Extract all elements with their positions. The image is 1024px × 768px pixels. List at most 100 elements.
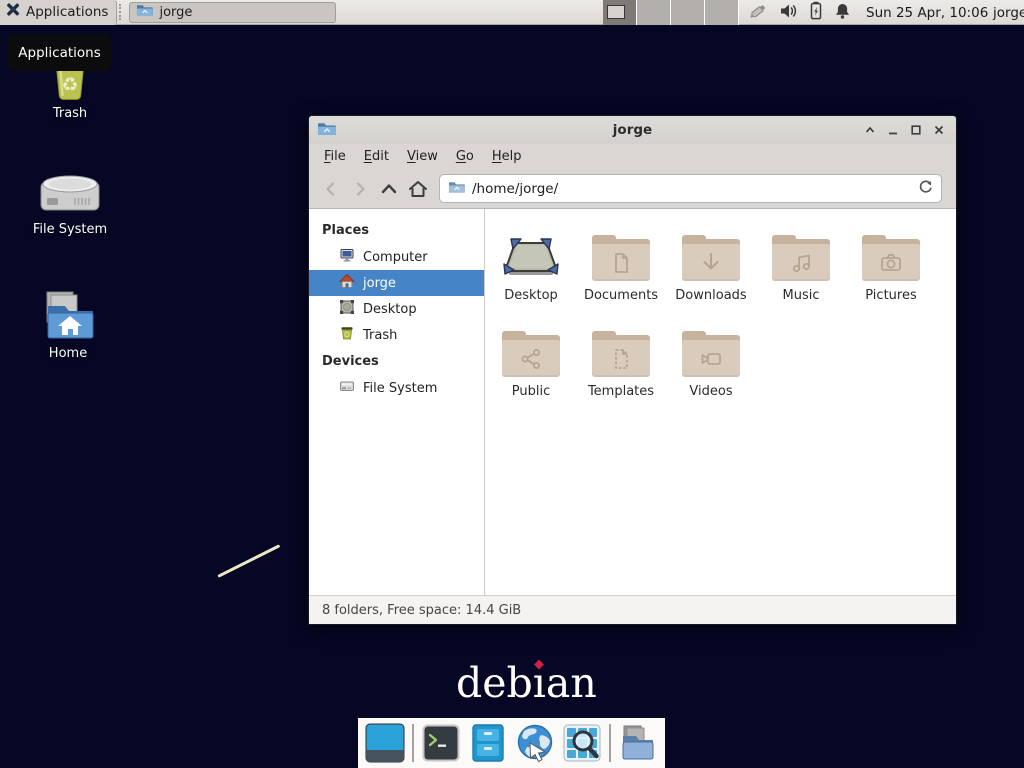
file-item-downloads[interactable]: Downloads bbox=[666, 223, 756, 315]
shade-button[interactable] bbox=[858, 119, 881, 141]
dock-separator bbox=[412, 724, 414, 762]
applications-menu-button[interactable]: Applications bbox=[0, 0, 117, 25]
drive-icon bbox=[339, 378, 355, 398]
volume-icon[interactable] bbox=[779, 2, 798, 24]
web-browser-launcher[interactable] bbox=[515, 723, 555, 763]
window-folder-icon bbox=[317, 121, 336, 140]
globe-browser-icon bbox=[515, 723, 555, 763]
file-pane[interactable]: Desktop Documents bbox=[485, 209, 956, 595]
workspace-2[interactable] bbox=[637, 0, 671, 25]
file-item-label: Public bbox=[486, 384, 576, 399]
sidebar-item-file-system[interactable]: File System bbox=[309, 375, 484, 401]
reload-icon[interactable] bbox=[918, 179, 933, 198]
address-bar[interactable] bbox=[439, 174, 942, 203]
video-glyph bbox=[698, 346, 724, 372]
file-item-videos[interactable]: Videos bbox=[666, 319, 756, 411]
home-folder-icon bbox=[13, 290, 123, 342]
minimize-button[interactable] bbox=[881, 119, 904, 141]
desktop-icon-label: Trash bbox=[15, 106, 125, 121]
close-button[interactable] bbox=[927, 119, 950, 141]
camera-glyph bbox=[878, 250, 904, 276]
app-finder-icon bbox=[562, 723, 602, 763]
home-button[interactable] bbox=[404, 176, 431, 202]
tablet-tool-icon[interactable] bbox=[748, 1, 768, 24]
menu-view[interactable]: View bbox=[398, 146, 447, 167]
sidebar-item-jorge[interactable]: jorge bbox=[309, 270, 484, 296]
up-button[interactable] bbox=[375, 176, 402, 202]
file-item-desktop[interactable]: Desktop bbox=[486, 223, 576, 315]
titlebar[interactable]: jorge bbox=[309, 116, 956, 144]
top-panel: Applications jorge bbox=[0, 0, 1024, 25]
forward-button[interactable] bbox=[346, 176, 373, 202]
menu-help[interactable]: Help bbox=[483, 146, 531, 167]
system-tray bbox=[748, 0, 851, 25]
panel-user-menu[interactable]: jorge bbox=[993, 0, 1024, 25]
workspace-switcher[interactable] bbox=[603, 0, 739, 25]
notifications-bell-icon[interactable] bbox=[834, 2, 851, 24]
workspace-4[interactable] bbox=[705, 0, 739, 25]
file-item-label: Videos bbox=[666, 384, 756, 399]
folder-icon-public bbox=[502, 331, 560, 377]
panel-handle[interactable] bbox=[119, 4, 125, 20]
workspace-1[interactable] bbox=[603, 0, 637, 25]
sidebar-item-label: Desktop bbox=[363, 302, 417, 317]
desktop-icon-label: File System bbox=[15, 222, 125, 237]
address-input[interactable] bbox=[472, 181, 911, 197]
workspace-window-thumb bbox=[607, 5, 625, 19]
recent-folder-launcher[interactable] bbox=[618, 723, 658, 763]
file-item-label: Templates bbox=[576, 384, 666, 399]
applications-label: Applications bbox=[26, 4, 108, 20]
template-glyph bbox=[608, 346, 634, 372]
back-button[interactable] bbox=[317, 176, 344, 202]
home-icon bbox=[339, 273, 355, 293]
gray-folder-icon bbox=[618, 723, 658, 763]
file-cabinet-icon bbox=[468, 723, 508, 763]
file-item-music[interactable]: Music bbox=[756, 223, 846, 315]
menu-edit[interactable]: Edit bbox=[355, 146, 398, 167]
terminal-launcher[interactable] bbox=[421, 723, 461, 763]
maximize-button[interactable] bbox=[904, 119, 927, 141]
devices-header: Devices bbox=[309, 348, 484, 375]
sidebar-item-desktop[interactable]: Desktop bbox=[309, 296, 484, 322]
file-manager-launcher[interactable] bbox=[468, 723, 508, 763]
taskbar-window-button[interactable]: jorge bbox=[129, 2, 336, 23]
workspace-3[interactable] bbox=[671, 0, 705, 25]
dock-separator bbox=[609, 724, 611, 762]
sidebar-item-computer[interactable]: Computer bbox=[309, 244, 484, 270]
show-desktop-button[interactable] bbox=[365, 723, 405, 763]
desktop-icon-home[interactable]: Home bbox=[13, 290, 123, 361]
sidebar-item-label: Trash bbox=[363, 328, 397, 343]
app-finder-launcher[interactable] bbox=[562, 723, 602, 763]
download-glyph bbox=[698, 250, 724, 276]
sidebar-item-label: jorge bbox=[363, 276, 396, 291]
file-item-templates[interactable]: Templates bbox=[576, 319, 666, 411]
desktop-icon-file-system[interactable]: File System bbox=[15, 170, 125, 237]
desktop-special-icon bbox=[486, 223, 576, 281]
file-item-label: Pictures bbox=[846, 288, 936, 303]
statusbar: 8 folders, Free space: 14.4 GiB bbox=[309, 595, 956, 624]
applications-tooltip: Applications bbox=[8, 34, 111, 71]
panel-clock[interactable]: Sun 25 Apr, 10:06 bbox=[866, 0, 988, 25]
applications-icon bbox=[5, 2, 21, 22]
file-item-label: Documents bbox=[576, 288, 666, 303]
file-item-pictures[interactable]: Pictures bbox=[846, 223, 936, 315]
taskbar-window-label: jorge bbox=[159, 5, 192, 20]
file-item-documents[interactable]: Documents bbox=[576, 223, 666, 315]
file-item-public[interactable]: Public bbox=[486, 319, 576, 411]
sidebar-item-trash[interactable]: Trash bbox=[309, 322, 484, 348]
sidebar: Places Computer bbox=[309, 209, 485, 595]
menu-file[interactable]: File bbox=[315, 146, 355, 167]
file-manager-window: jorge File Edit View Go Help bbox=[308, 115, 957, 625]
battery-icon[interactable] bbox=[809, 1, 823, 24]
folder-icon-documents bbox=[592, 235, 650, 281]
folder-icon bbox=[136, 3, 153, 21]
menu-go[interactable]: Go bbox=[447, 146, 483, 167]
desktop-icon-label: Home bbox=[13, 346, 123, 361]
toolbar bbox=[309, 169, 956, 209]
show-desktop-icon bbox=[365, 723, 405, 763]
file-item-label: Music bbox=[756, 288, 846, 303]
trash-small-icon bbox=[339, 325, 355, 345]
folder-icon-pictures bbox=[862, 235, 920, 281]
terminal-icon bbox=[421, 723, 461, 763]
share-glyph bbox=[518, 346, 544, 372]
